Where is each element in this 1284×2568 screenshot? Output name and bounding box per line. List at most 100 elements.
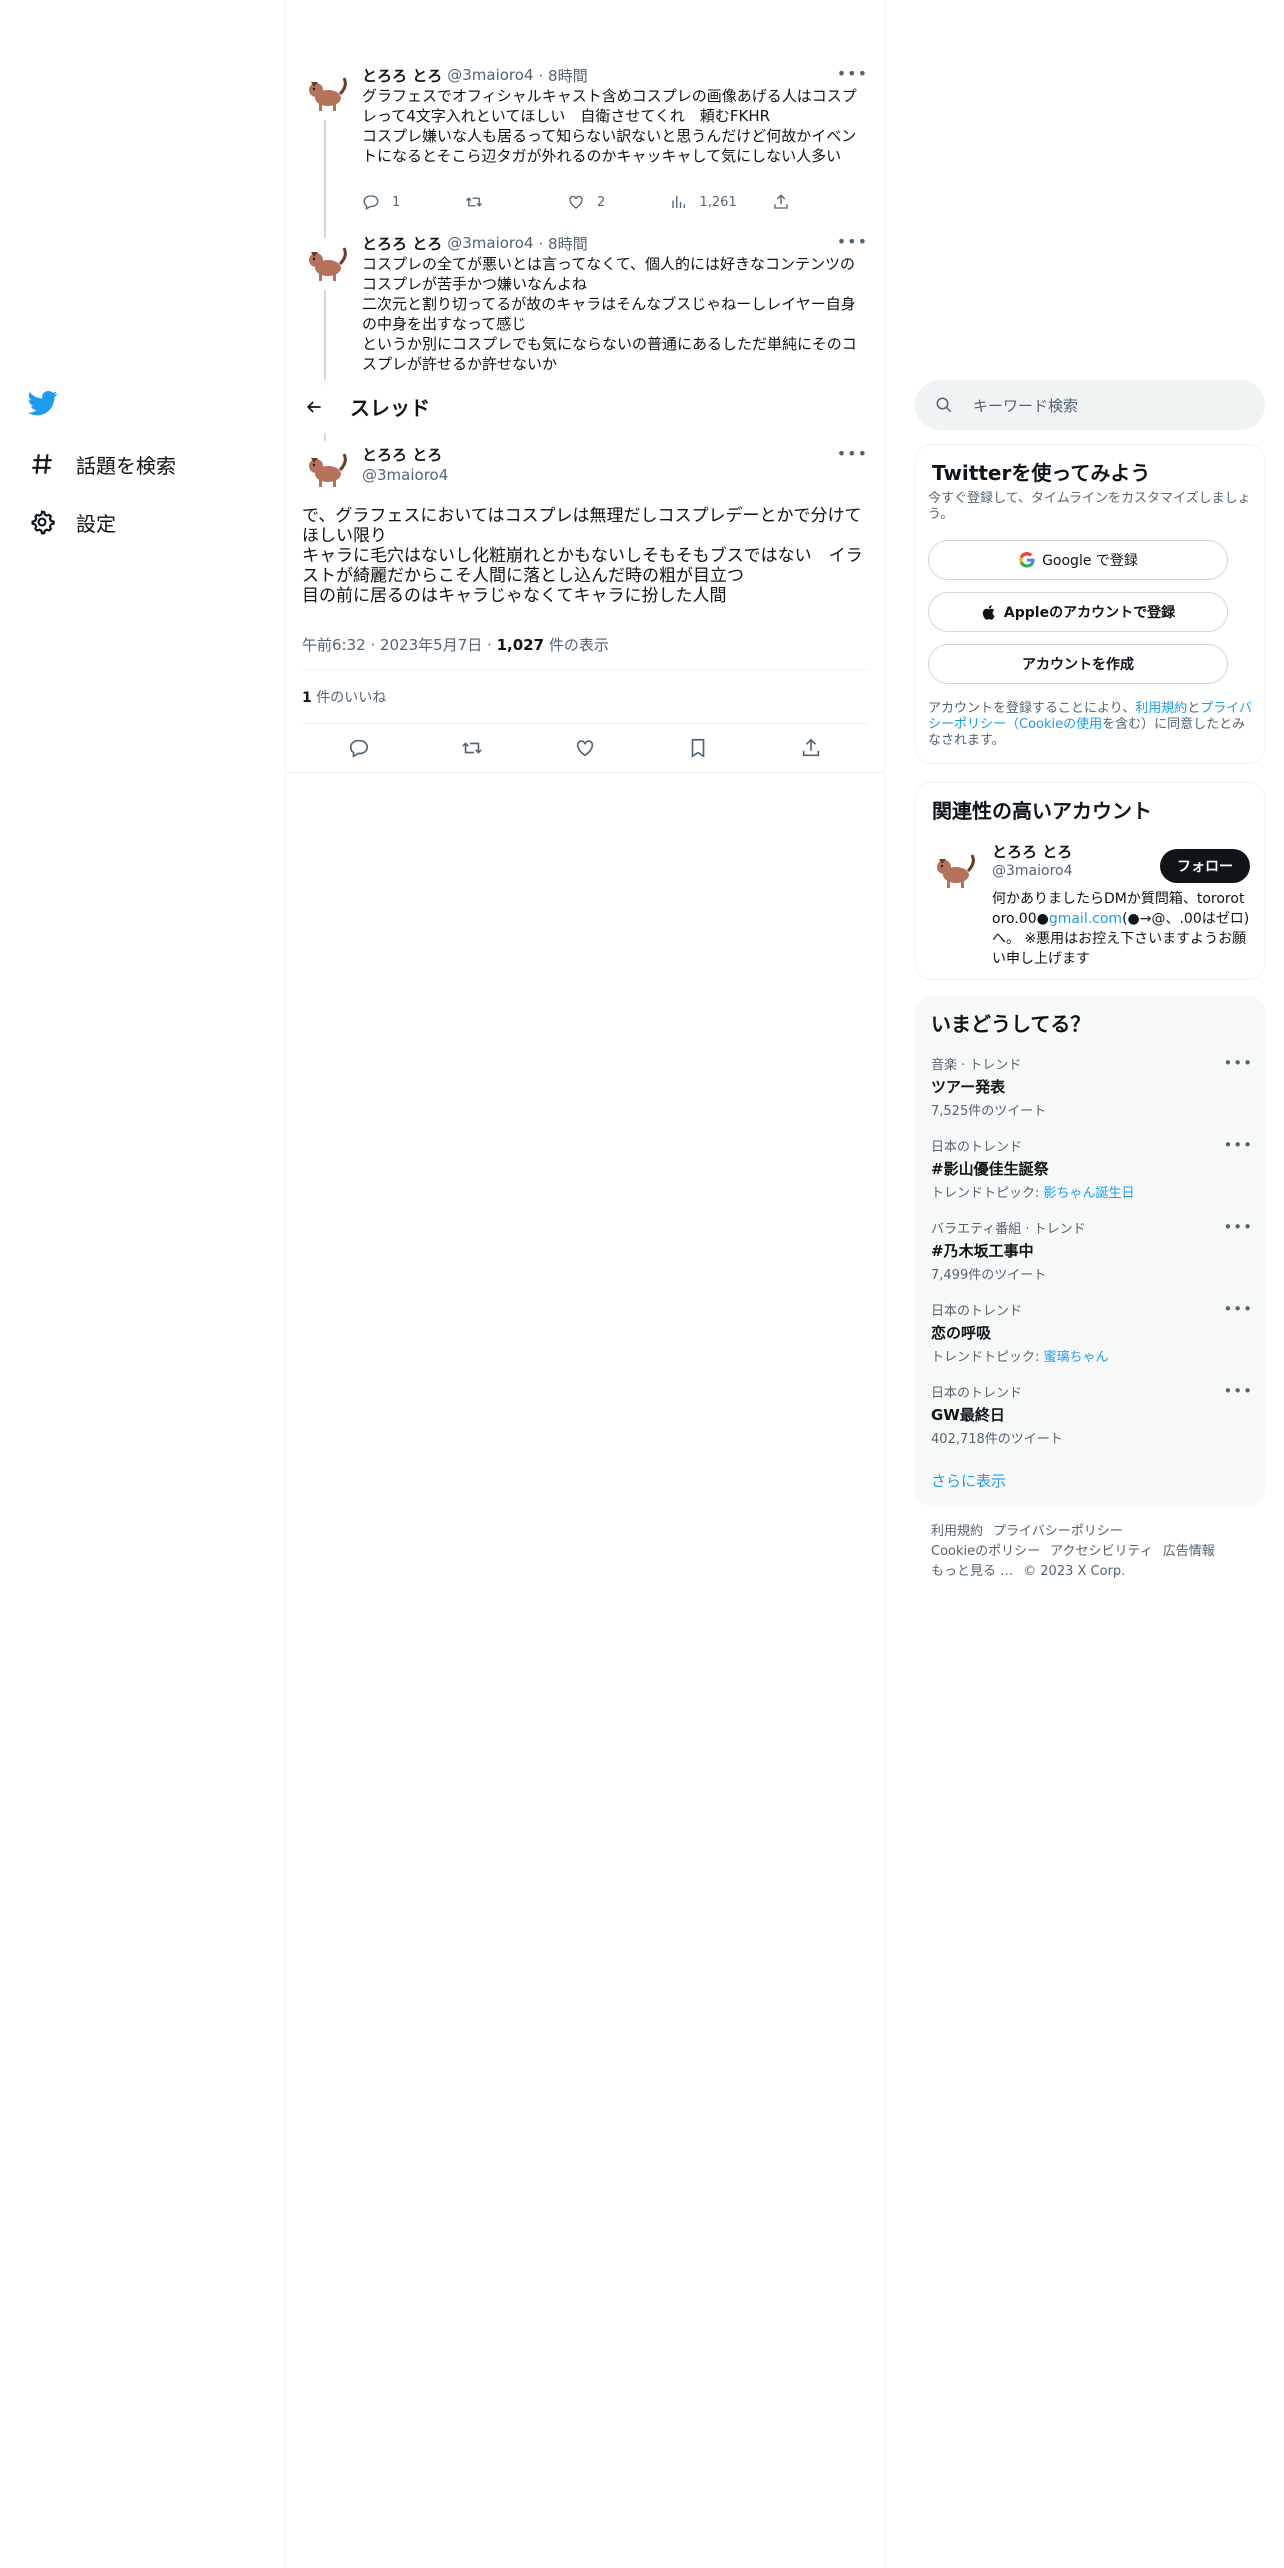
bookmark-button[interactable]	[680, 730, 716, 766]
trend-meta: バラエティ番組 · トレンド	[931, 1222, 1086, 1237]
signup-subtitle: 今すぐ登録して、タイムラインをカスタマイズしましょう。	[928, 491, 1251, 522]
more-options-icon[interactable]: •••	[1223, 1218, 1253, 1236]
twitter-logo-icon[interactable]	[27, 388, 64, 424]
share-icon	[803, 738, 820, 757]
google-signup-label: Google で登録	[1042, 553, 1138, 569]
footer-link[interactable]: 広告情報	[1163, 1544, 1215, 1559]
tweet-author-name[interactable]: とろろ とろ	[362, 65, 442, 86]
apple-signup-button[interactable]: Appleのアカウントで登録	[928, 592, 1228, 632]
primary-column: とろろ とろ @3maioro4 · 8時間 ••• グラフェスでオフィシャルキ…	[285, 0, 885, 2568]
terms-link[interactable]: 利用規約	[1135, 701, 1187, 716]
search-input[interactable]: キーワード検索	[973, 395, 1078, 416]
thread-connector	[324, 290, 326, 390]
share-button[interactable]	[772, 193, 802, 211]
retweet-icon	[462, 742, 482, 754]
signup-card: Twitterを使ってみよう 今すぐ登録して、タイムラインをカスタマイズしましょ…	[915, 444, 1265, 764]
trend-topic-label: トレンドトピック:	[931, 1350, 1044, 1365]
more-options-icon[interactable]: •••	[837, 444, 868, 463]
search-box[interactable]: キーワード検索	[915, 380, 1265, 430]
footer-link[interactable]: もっと見る …	[931, 1564, 1013, 1579]
nav-item-settings[interactable]: 設定	[28, 502, 116, 542]
view-count: 1,261	[699, 194, 737, 210]
copyright: © 2023 X Corp.	[1023, 1564, 1126, 1579]
trend-topic-link[interactable]: 影ちゃん誕生日	[1044, 1186, 1135, 1201]
google-signup-button[interactable]: Google で登録	[928, 540, 1228, 580]
trend-meta: 日本のトレンド	[931, 1304, 1023, 1319]
nav-item-label: 話題を検索	[76, 453, 176, 478]
more-options-icon[interactable]: •••	[837, 232, 868, 251]
views-button[interactable]: 1,261	[670, 193, 740, 211]
create-account-label: アカウントを作成	[1022, 657, 1134, 673]
tweet-author-handle[interactable]: @3maioro4	[447, 66, 533, 84]
more-options-icon[interactable]: •••	[1223, 1300, 1253, 1318]
tweet-text: グラフェスでオフィシャルキャスト含めコスプレの画像あげる人はコスプレって4文字入…	[362, 87, 857, 165]
reply-icon	[349, 739, 368, 758]
related-account-bio: 何かありましたらDMか質問箱、tororotoro.00●gmail.com(●…	[992, 889, 1250, 969]
like-label: 件のいいね	[316, 690, 387, 706]
trend-topic-link[interactable]: 蜜璃ちゃん	[1044, 1350, 1109, 1365]
like-button[interactable]: 2	[567, 193, 637, 211]
page-title: スレッド	[350, 396, 430, 420]
reply-button[interactable]: 1	[362, 193, 432, 211]
tweet-date[interactable]: 2023年5月7日	[380, 636, 482, 654]
back-button[interactable]	[296, 389, 332, 425]
bookmark-icon	[691, 738, 705, 758]
trend-item[interactable]: 日本のトレンド #影山優佳生誕祭 トレンドトピック: 影ちゃん誕生日 •••	[931, 1136, 1253, 1214]
thread-tweet[interactable]: とろろ とろ @3maioro4 · 8時間 ••• コスプレの全てが悪いとは言…	[286, 222, 884, 390]
like-button[interactable]	[567, 730, 603, 766]
retweet-button[interactable]	[454, 730, 490, 766]
main-tweet-author-name[interactable]: とろろ とろ	[362, 444, 442, 465]
tweet-header: とろろ とろ @3maioro4 · 8時間 •••	[362, 64, 868, 86]
related-account-handle[interactable]: @3maioro4	[992, 863, 1073, 879]
create-account-button[interactable]: アカウントを作成	[928, 644, 1228, 684]
trend-name: #影山優佳生誕祭	[931, 1160, 1049, 1178]
main-tweet-text: で、グラフェスにおいてはコスプレは無理だしコスプレデーとかで分けてほしい限り キ…	[302, 506, 863, 606]
more-options-icon[interactable]: •••	[837, 64, 868, 83]
trend-item[interactable]: 日本のトレンド 恋の呼吸 トレンドトピック: 蜜璃ちゃん •••	[931, 1300, 1253, 1378]
trend-item[interactable]: 音楽 · トレンド ツアー発表 7,525件のツイート •••	[931, 1054, 1253, 1132]
thread-header: スレッド	[286, 380, 884, 433]
tweet-header: とろろ とろ @3maioro4 · 8時間 •••	[362, 232, 868, 254]
main-tweet-author-handle[interactable]: @3maioro4	[362, 466, 448, 484]
tweet-time[interactable]: · 8時間	[538, 233, 587, 254]
footer-link[interactable]: プライバシーポリシー	[993, 1524, 1123, 1539]
reply-count: 1	[392, 194, 401, 210]
related-account-name[interactable]: とろろ とろ	[992, 841, 1072, 862]
footer-link[interactable]: 利用規約	[931, 1524, 983, 1539]
show-more-link[interactable]: さらに表示	[931, 1470, 1006, 1491]
share-icon	[774, 194, 788, 209]
avatar[interactable]	[302, 444, 350, 492]
footer-link[interactable]: Cookieのポリシー	[931, 1544, 1040, 1559]
avatar[interactable]	[930, 845, 978, 893]
trend-meta: 音楽 · トレンド	[931, 1058, 1022, 1073]
heart-icon	[569, 195, 583, 209]
avatar[interactable]	[302, 238, 350, 286]
analytics-icon	[671, 196, 685, 208]
reply-button[interactable]	[341, 730, 377, 766]
trend-item[interactable]: 日本のトレンド GW最終日 402,718件のツイート •••	[931, 1382, 1253, 1460]
retweet-button[interactable]	[465, 193, 535, 211]
likes-summary[interactable]: 1 件のいいね	[302, 687, 386, 707]
thread-tweet[interactable]: とろろ とろ @3maioro4 · 8時間 ••• グラフェスでオフィシャルキ…	[286, 60, 884, 240]
follow-button[interactable]: フォロー	[1160, 849, 1250, 883]
trend-item[interactable]: バラエティ番組 · トレンド #乃木坂工事中 7,499件のツイート •••	[931, 1218, 1253, 1296]
tweet-time[interactable]: · 8時間	[538, 65, 587, 86]
avatar[interactable]	[302, 68, 350, 116]
trend-count: 7,499件のツイート	[931, 1268, 1047, 1283]
google-icon	[1019, 552, 1035, 568]
like-count: 1	[302, 690, 312, 706]
tweet-author-name[interactable]: とろろ とろ	[362, 233, 442, 254]
more-options-icon[interactable]: •••	[1223, 1382, 1253, 1400]
more-options-icon[interactable]: •••	[1223, 1054, 1253, 1072]
nav-item-explore[interactable]: 話題を検索	[28, 444, 176, 484]
tweet-time[interactable]: 午前6:32	[302, 636, 366, 654]
arrow-left-icon	[306, 400, 321, 413]
trend-count: 402,718件のツイート	[931, 1432, 1063, 1447]
footer-link[interactable]: アクセシビリティ	[1050, 1544, 1153, 1559]
divider	[302, 723, 868, 724]
tweet-author-handle[interactable]: @3maioro4	[447, 234, 533, 252]
share-button[interactable]	[793, 730, 829, 766]
bio-link[interactable]: gmail.com	[1049, 911, 1122, 927]
footer-links: 利用規約 プライバシーポリシー Cookieのポリシー アクセシビリティ 広告情報 も…	[931, 1522, 1251, 1582]
more-options-icon[interactable]: •••	[1223, 1136, 1253, 1154]
